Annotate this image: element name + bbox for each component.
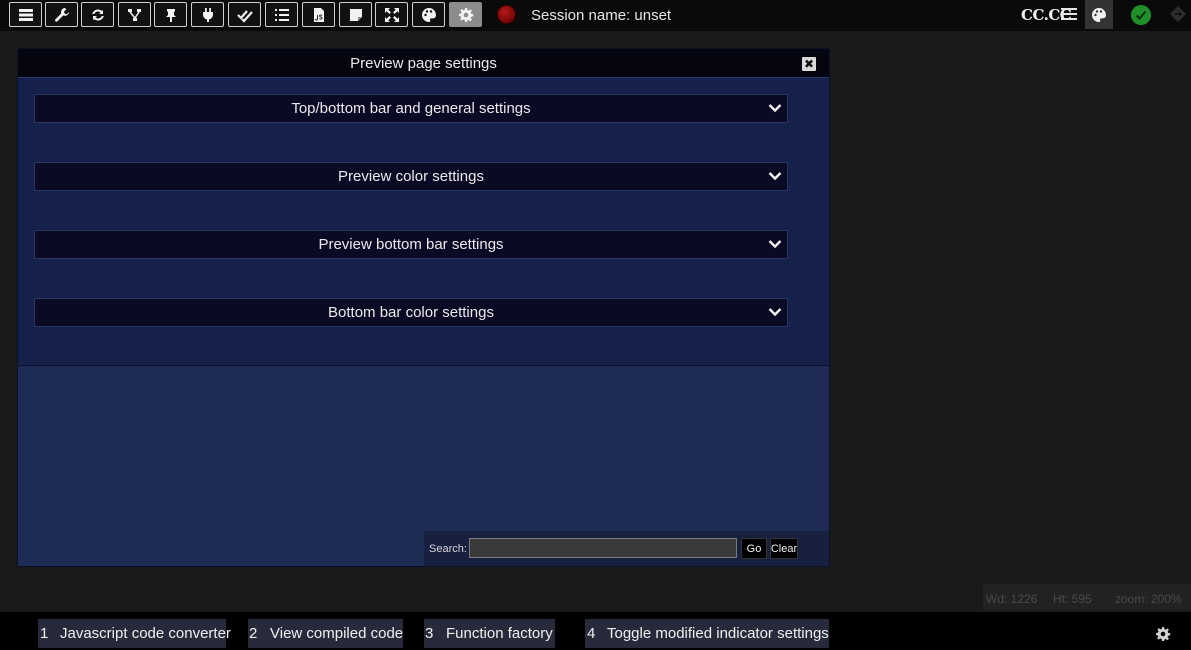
bottom-bar-item-compiled-code[interactable]: 2 View compiled code	[248, 619, 403, 648]
item-number: 1	[40, 625, 49, 642]
check-icon	[1135, 10, 1147, 20]
chevron-down-icon	[768, 172, 782, 181]
section-label: Top/bottom bar and general settings	[291, 100, 531, 117]
chevron-down-icon	[768, 104, 782, 113]
sitemap-icon	[127, 8, 141, 21]
status-check-button[interactable]	[1131, 5, 1151, 25]
item-label: Javascript code converter	[60, 625, 231, 642]
note-icon	[349, 8, 362, 21]
clear-button[interactable]: Clear	[770, 538, 798, 559]
menu-icon[interactable]	[1061, 8, 1077, 22]
section-bottom-bar-color[interactable]: Bottom bar color settings	[34, 298, 788, 327]
zoom-readout: zoom: 200%	[1115, 592, 1182, 606]
refresh-icon	[91, 8, 104, 21]
section-preview-color[interactable]: Preview color settings	[34, 162, 788, 191]
diamond-arrow-icon	[1170, 6, 1186, 22]
search-input[interactable]	[469, 538, 737, 558]
width-readout: Wd: 1226	[986, 592, 1038, 606]
palette-icon	[1092, 7, 1106, 22]
settings-button[interactable]	[449, 2, 482, 27]
palette-icon	[421, 7, 436, 22]
chevron-down-icon	[768, 240, 782, 249]
storage-button[interactable]	[9, 2, 42, 27]
viewport-readout: Wd: 1226 Ht: 595 zoom: 200%	[983, 584, 1191, 610]
dialog-title: Preview page settings	[350, 55, 497, 72]
go-button[interactable]: Go	[741, 538, 767, 559]
item-number: 2	[249, 625, 258, 642]
wrench-icon	[54, 7, 69, 22]
storage-icon	[18, 8, 33, 21]
section-label: Preview color settings	[338, 168, 484, 185]
dialog-header: Preview page settings ✖	[18, 49, 829, 78]
plug-icon	[202, 7, 213, 22]
item-number: 3	[425, 625, 434, 642]
preview-settings-dialog: Preview page settings ✖ Top/bottom bar a…	[17, 48, 830, 567]
record-indicator[interactable]	[497, 5, 516, 24]
session-name-label: Session name: unset	[531, 7, 672, 24]
refresh-button[interactable]	[81, 2, 114, 27]
plugin-button[interactable]	[191, 2, 224, 27]
section-general-settings[interactable]: Top/bottom bar and general settings	[34, 94, 788, 123]
height-readout: Ht: 595	[1053, 592, 1092, 606]
bottom-bar-item-modified-indicator[interactable]: 4 Toggle modified indicator settings	[585, 619, 829, 648]
search-label: Search:	[429, 543, 467, 555]
list-button[interactable]	[265, 2, 298, 27]
double-check-icon	[236, 9, 253, 23]
bottom-bar-item-js-converter[interactable]: 1 Javascript code converter	[38, 619, 231, 648]
item-label: Toggle modified indicator settings	[607, 625, 829, 642]
sitemap-button[interactable]	[118, 2, 151, 27]
chevron-down-icon	[768, 308, 782, 317]
close-icon[interactable]: ✖	[802, 57, 816, 71]
theme-button[interactable]	[1085, 0, 1113, 29]
expand-button[interactable]	[375, 2, 408, 27]
section-preview-bottom-bar[interactable]: Preview bottom bar settings	[34, 230, 788, 259]
bottom-bar-item-function-factory[interactable]: 3 Function factory	[424, 619, 555, 648]
pin-button[interactable]	[154, 2, 187, 27]
section-label: Bottom bar color settings	[328, 304, 494, 321]
bottom-bar: 1 Javascript code converter 2 View compi…	[0, 612, 1191, 650]
expand-icon	[384, 7, 399, 22]
js-file-button[interactable]	[302, 2, 335, 27]
navigate-button[interactable]	[1167, 3, 1189, 25]
gear-icon	[458, 7, 473, 22]
pin-icon	[165, 8, 176, 22]
check-all-button[interactable]	[228, 2, 261, 27]
search-bar: Search: Go Clear	[424, 531, 829, 566]
gear-icon[interactable]	[1155, 626, 1171, 642]
note-button[interactable]	[339, 2, 372, 27]
section-label: Preview bottom bar settings	[318, 236, 504, 253]
top-toolbar: Session name: unset CC.CC	[0, 0, 1191, 31]
item-number: 4	[587, 625, 596, 642]
js-file-icon	[313, 7, 324, 22]
list-icon	[274, 8, 289, 21]
item-label: Function factory	[446, 625, 553, 642]
item-label: View compiled code	[270, 625, 404, 642]
palette-button[interactable]	[412, 2, 445, 27]
dialog-body: Top/bottom bar and general settings Prev…	[18, 78, 829, 366]
tools-button[interactable]	[45, 2, 78, 27]
